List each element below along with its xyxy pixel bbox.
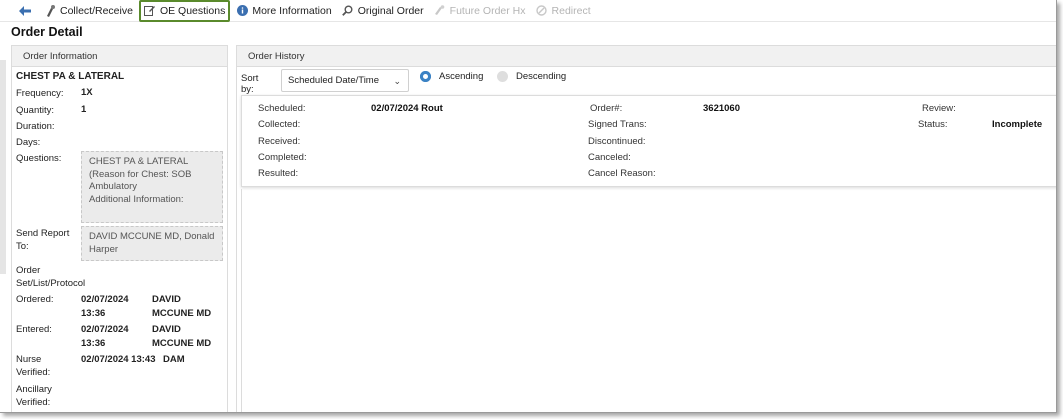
descending-radio[interactable]: Descending [497, 71, 566, 82]
original-order-label: Original Order [357, 4, 424, 17]
scheduled-value: 02/07/2024 Rout [371, 103, 443, 114]
more-information-label: More Information [252, 4, 332, 17]
collected-label: Collected: [258, 119, 301, 130]
back-arrow-icon[interactable] [18, 4, 32, 18]
ordered-date: 02/07/2024 13:36 [81, 294, 129, 319]
cancel-reason-label: Cancel Reason: [588, 168, 656, 179]
radio-unselected-icon [497, 71, 508, 82]
order-name: CHEST PA & LATERAL [16, 71, 125, 82]
collect-receive-button[interactable]: Collect/Receive [40, 1, 137, 21]
page-title: Order Detail [11, 25, 83, 39]
descending-label: Descending [516, 71, 567, 82]
redirect-icon [536, 5, 548, 17]
questions-line: CHEST PA & LATERAL [89, 156, 189, 167]
future-order-hx-label: Future Order Hx [449, 4, 526, 17]
redirect-label: Redirect [551, 4, 591, 17]
entered-label: Entered: [16, 324, 52, 335]
edit-icon [144, 5, 156, 17]
send-report-label: Send Report To: [16, 228, 70, 252]
received-label: Received: [258, 136, 301, 147]
scheduled-label: Scheduled: [258, 103, 306, 114]
review-label: Review: [922, 103, 956, 114]
resulted-label: Resulted: [258, 168, 299, 179]
frequency-value: 1X [81, 87, 93, 98]
order-number-value: 3621060 [703, 103, 740, 114]
order-history-panel: Order History Sort by: Scheduled Date/Ti… [236, 45, 1056, 412]
questions-field[interactable]: CHEST PA & LATERAL (Reason for Chest: SO… [81, 151, 223, 223]
ascending-radio[interactable]: Ascending [420, 71, 483, 82]
status-value: Incomplete [992, 119, 1043, 130]
days-label: Days: [16, 137, 41, 148]
frequency-label: Frequency: [16, 88, 64, 99]
toolbar: Collect/Receive OE Questions More Inform… [0, 0, 1056, 22]
order-history-record[interactable]: Scheduled: 02/07/2024 Rout Collected: Re… [241, 95, 1056, 187]
discontinued-label: Discontinued: [588, 136, 646, 147]
nurse-verified-by: DAM [163, 354, 185, 365]
oe-questions-button[interactable]: OE Questions [138, 0, 231, 22]
questions-label: Questions: [16, 153, 62, 164]
duration-label: Duration: [16, 121, 55, 132]
nurse-verified-label: Nurse Verified: [16, 354, 51, 378]
original-order-button[interactable]: Original Order [338, 1, 428, 21]
nurse-verified-date: 02/07/2024 13:43 [81, 354, 156, 365]
collect-receive-label: Collect/Receive [60, 4, 133, 17]
future-order-hx-button[interactable]: Future Order Hx [430, 1, 530, 21]
collect-icon [44, 4, 56, 17]
search-icon [342, 5, 354, 17]
order-detail-window: Collect/Receive OE Questions More Inform… [0, 0, 1057, 413]
quantity-label: Quantity: [16, 105, 55, 116]
order-number-label: Order#: [590, 103, 623, 114]
sort-by-select[interactable]: Scheduled Date/Time ⌄ [281, 69, 409, 92]
window-scroll-edge [0, 60, 6, 274]
entered-date: 02/07/2024 13:36 [81, 324, 129, 349]
entered-by: DAVID MCCUNE MD [152, 324, 212, 349]
order-information-body: CHEST PA & LATERAL Frequency: 1X Quantit… [12, 67, 227, 412]
ordered-label: Ordered: [16, 294, 54, 305]
more-information-button[interactable]: More Information [232, 1, 335, 21]
order-history-list-area [241, 189, 1056, 412]
status-label: Status: [918, 119, 948, 130]
sort-by-label: Sort by: [241, 73, 259, 95]
order-information-panel: Order Information CHEST PA & LATERAL Fre… [11, 45, 228, 412]
future-order-icon [434, 5, 446, 17]
canceled-label: Canceled: [588, 152, 631, 163]
questions-line: (Reason for Chest: SOB [89, 168, 192, 180]
info-icon [236, 5, 248, 17]
order-information-header: Order Information [12, 46, 227, 67]
signed-trans-label: Signed Trans: [588, 119, 647, 130]
sort-by-value: Scheduled Date/Time [288, 75, 380, 86]
oe-questions-label: OE Questions [159, 4, 226, 17]
order-history-header: Order History [237, 46, 1056, 67]
quantity-value: 1 [81, 104, 87, 115]
ascending-label: Ascending [439, 71, 484, 82]
radio-selected-icon [420, 71, 431, 82]
order-set-label: Order Set/List/Protocol [16, 265, 86, 289]
ancillary-verified-label: Ancillary Verified: [16, 384, 52, 408]
questions-line: Ambulatory [89, 181, 138, 192]
redirect-button[interactable]: Redirect [532, 1, 595, 21]
chevron-down-icon: ⌄ [393, 76, 401, 86]
send-report-field[interactable]: DAVID MCCUNE MD, Donald Harper [81, 226, 223, 261]
questions-line: Additional Information: [89, 193, 184, 205]
completed-label: Completed: [258, 152, 307, 163]
ordered-by: DAVID MCCUNE MD [152, 294, 212, 319]
